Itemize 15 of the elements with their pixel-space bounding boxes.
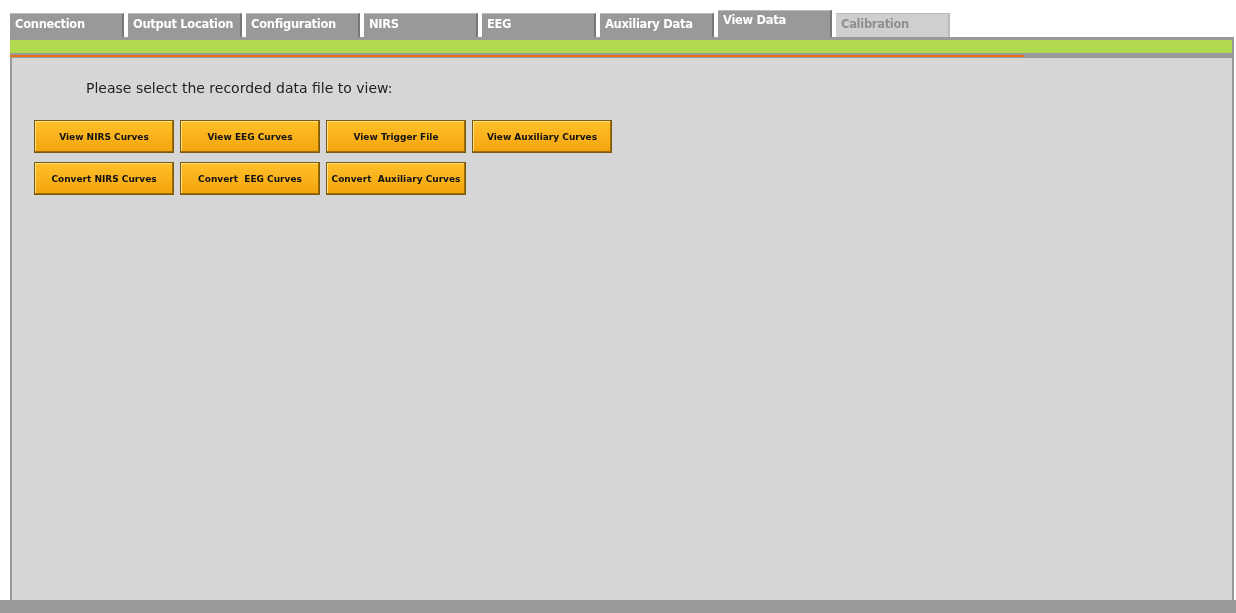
tab[interactable]: Output Location (128, 13, 242, 37)
tab[interactable]: Auxiliary Data (600, 13, 714, 37)
tab[interactable]: Connection (10, 13, 124, 37)
action-button[interactable]: Convert NIRS Curves (34, 162, 174, 195)
action-button[interactable]: Convert EEG Curves (180, 162, 320, 195)
tab[interactable]: Configuration (246, 13, 360, 37)
prompt-text: Please select the recorded data file to view: (86, 80, 393, 96)
action-button[interactable]: View NIRS Curves (34, 120, 174, 153)
action-button[interactable]: View Trigger File (326, 120, 466, 153)
tab[interactable]: View Data (718, 10, 832, 37)
tab[interactable]: EEG (482, 13, 596, 37)
action-button[interactable]: View EEG Curves (180, 120, 320, 153)
tab[interactable]: NIRS (364, 13, 478, 37)
action-button[interactable]: Convert Auxiliary Curves (326, 162, 466, 195)
action-button[interactable]: View Auxiliary Curves (472, 120, 612, 153)
